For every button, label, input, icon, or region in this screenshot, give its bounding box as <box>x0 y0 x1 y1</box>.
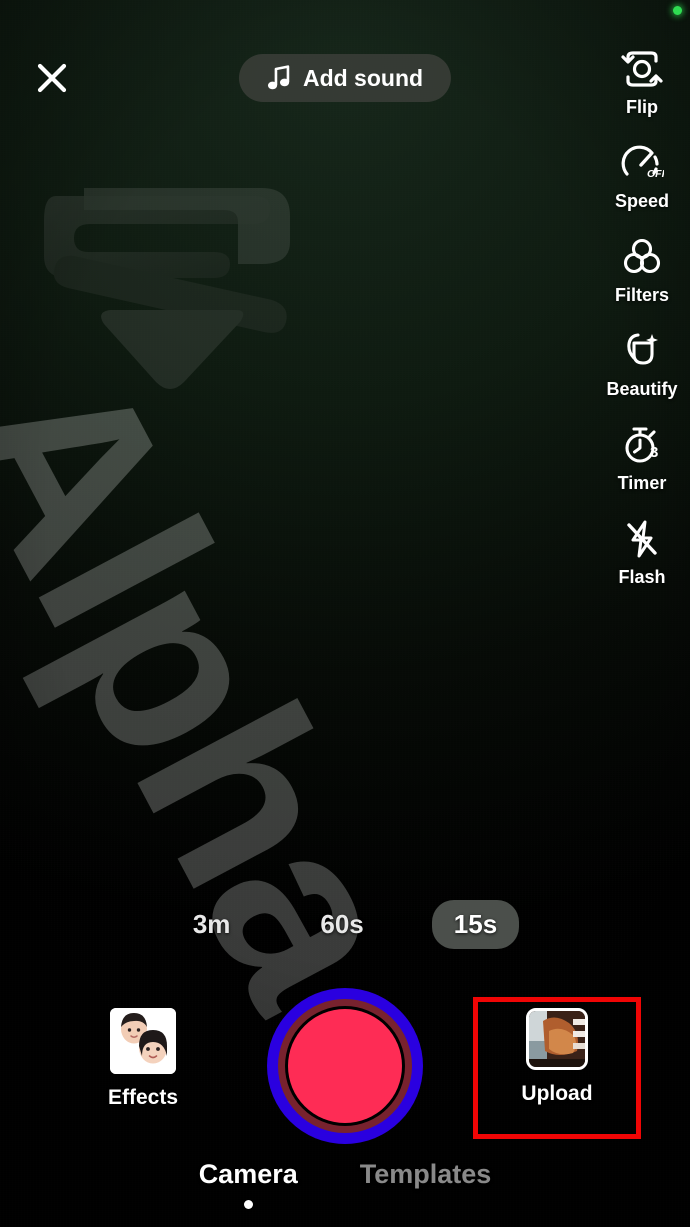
close-x-icon <box>37 63 67 93</box>
duration-option-3m[interactable]: 3m <box>171 900 253 949</box>
tool-beautify-label: Beautify <box>606 379 678 399</box>
tab-camera-label: Camera <box>198 1159 298 1189</box>
upload-button[interactable]: Upload <box>492 1008 622 1106</box>
stopwatch-icon: 3 <box>619 422 665 468</box>
flash-off-icon <box>619 516 665 562</box>
camera-flip-icon <box>619 46 665 92</box>
tab-templates-label: Templates <box>359 1159 492 1189</box>
tool-flash-label: Flash <box>618 567 666 587</box>
speedometer-off-icon: OFF <box>619 140 665 186</box>
effects-button[interactable]: Effects <box>78 1008 208 1110</box>
record-ring-black <box>285 1006 405 1126</box>
record-ring-maroon <box>278 999 412 1133</box>
face-sparkle-icon <box>619 328 665 374</box>
recording-indicator-dot <box>673 6 682 15</box>
duration-option-60s[interactable]: 60s <box>298 900 385 949</box>
camera-screen: Alpha Add sound Flip OF Speed Filters Be… <box>0 0 690 1227</box>
upload-label: Upload <box>521 1082 593 1105</box>
tool-flip-label: Flip <box>626 97 658 117</box>
three-circles-filter-icon <box>619 234 665 280</box>
tab-templates[interactable]: Templates <box>360 1159 492 1209</box>
svg-text:3: 3 <box>650 444 658 461</box>
tab-camera[interactable]: Camera <box>199 1159 298 1209</box>
music-note-icon <box>267 65 290 90</box>
tool-rail: Flip OFF Speed <box>594 46 690 610</box>
add-sound-button[interactable]: Add sound <box>238 54 452 102</box>
close-button[interactable] <box>30 56 74 100</box>
tool-beautify[interactable]: Beautify <box>594 328 690 400</box>
add-sound-label: Add sound <box>302 64 424 91</box>
tool-filters[interactable]: Filters <box>594 234 690 306</box>
effects-label: Effects <box>107 1086 179 1109</box>
mode-tab-bar: Camera Templates <box>0 1159 690 1209</box>
record-button[interactable] <box>267 988 423 1144</box>
tool-flip[interactable]: Flip <box>594 46 690 118</box>
svg-text:OFF: OFF <box>647 168 664 180</box>
tool-timer[interactable]: 3 Timer <box>594 422 690 494</box>
tool-speed[interactable]: OFF Speed <box>594 140 690 212</box>
tab-inactive-indicator <box>421 1200 430 1209</box>
tool-speed-label: Speed <box>614 191 670 211</box>
two-faces-effect-thumbnail-icon <box>110 1008 176 1074</box>
tool-timer-label: Timer <box>617 473 667 493</box>
tool-flash[interactable]: Flash <box>594 516 690 588</box>
tool-filters-label: Filters <box>614 285 670 305</box>
capture-action-row: Effects Upload <box>0 988 690 1144</box>
record-core <box>288 1009 402 1123</box>
tab-active-indicator <box>243 1200 253 1209</box>
duration-option-15s[interactable]: 15s <box>431 900 520 949</box>
duration-selector: 3m 60s 15s <box>0 900 690 949</box>
photo-thumbnail-icon <box>526 1008 588 1070</box>
